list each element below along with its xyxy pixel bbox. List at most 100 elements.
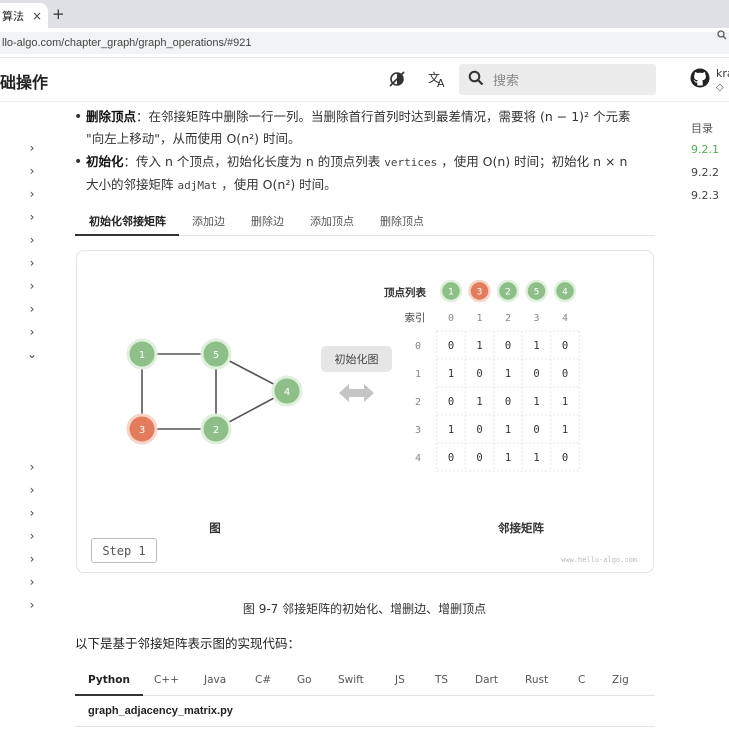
toc-item[interactable]: 9.2.2: [691, 166, 719, 179]
close-icon[interactable]: ×: [32, 9, 42, 23]
chevron-right-icon[interactable]: ›: [26, 460, 38, 474]
search-box[interactable]: 搜索: [459, 64, 656, 95]
toc-item[interactable]: 9.2.1: [691, 143, 719, 156]
tab-lang-zig[interactable]: Zig: [612, 674, 629, 686]
tab-add-edge[interactable]: 添加边: [192, 213, 225, 229]
browser-tab-bar: 算法 × +: [0, 0, 729, 28]
chevron-right-icon[interactable]: ›: [26, 210, 38, 224]
theme-toggle-icon[interactable]: [388, 70, 406, 92]
url-field[interactable]: llo-algo.com/chapter_graph/graph_operati…: [0, 32, 729, 54]
chevron-right-icon[interactable]: ›: [26, 279, 38, 293]
chevron-right-icon[interactable]: ›: [26, 256, 38, 270]
matrix-cell: 0: [476, 368, 482, 380]
url-text: llo-algo.com/chapter_graph/graph_operati…: [2, 37, 252, 49]
tab-lang-go[interactable]: Go: [297, 674, 312, 686]
bullet-term: 初始化: [86, 154, 124, 169]
vertex-list-item: 3: [468, 279, 491, 303]
translate-icon[interactable]: 文A: [428, 70, 448, 92]
chevron-right-icon[interactable]: ›: [26, 483, 38, 497]
tab-lang-python[interactable]: Python: [88, 674, 130, 686]
vertex-list-item: 2: [496, 279, 520, 303]
graph-vertex: 4: [271, 375, 303, 407]
column-index: 0: [448, 313, 454, 324]
matrix-cell: 0: [505, 340, 511, 352]
graph-vertex: 5: [200, 338, 232, 370]
matrix-label: 邻接矩阵: [497, 521, 544, 535]
chevron-right-icon[interactable]: ›: [26, 187, 38, 201]
active-tab-indicator: [75, 234, 179, 236]
zoom-icon[interactable]: [717, 30, 727, 43]
tab-lang-c[interactable]: C: [578, 674, 585, 686]
chevron-right-icon[interactable]: ›: [26, 506, 38, 520]
address-bar: llo-algo.com/chapter_graph/graph_operati…: [0, 28, 729, 58]
chevron-right-icon[interactable]: ›: [26, 575, 38, 589]
matrix-cell: 1: [533, 452, 539, 464]
matrix-cell: 1: [562, 396, 568, 408]
tab-lang-js[interactable]: JS: [395, 674, 405, 686]
tab-lang-java[interactable]: Java: [204, 674, 226, 686]
matrix-cell: 1: [505, 424, 511, 436]
svg-text:A: A: [437, 77, 445, 88]
new-tab-button[interactable]: +: [52, 5, 65, 23]
watermark: www.hello-algo.com: [561, 556, 637, 564]
tab-init-matrix[interactable]: 初始化邻接矩阵: [89, 213, 166, 229]
row-index: 3: [415, 425, 421, 436]
chevron-right-icon[interactable]: ›: [26, 233, 38, 247]
search-icon: [459, 70, 493, 90]
paragraph: 以下是基于邻接矩阵表示图的实现代码：: [75, 636, 301, 651]
matrix-cell: 1: [505, 368, 511, 380]
toc-item[interactable]: 9.2.3: [691, 189, 719, 202]
tab-lang-dart[interactable]: Dart: [475, 674, 498, 686]
matrix-cell: 0: [562, 340, 568, 352]
tab-lang-cpp[interactable]: C++: [154, 674, 179, 686]
matrix-cell: 1: [476, 396, 482, 408]
vertex-list-item: 5: [525, 279, 548, 303]
figure-tabs: 初始化邻接矩阵 添加边 删除边 添加顶点 删除顶点: [75, 206, 655, 236]
tag-icon: ◇: [716, 82, 724, 93]
chevron-right-icon[interactable]: ›: [26, 325, 38, 339]
vertex-list-item: 1: [439, 279, 463, 303]
language-tabs: Python C++ Java C# Go Swift JS TS Dart R…: [75, 664, 655, 696]
column-index: 4: [562, 313, 568, 324]
matrix-cell: 1: [533, 340, 539, 352]
chevron-right-icon[interactable]: ›: [26, 529, 38, 543]
chevron-right-icon[interactable]: ›: [26, 552, 38, 566]
tab-remove-vertex[interactable]: 删除顶点: [380, 213, 424, 229]
matrix-cell: 0: [476, 452, 482, 464]
inline-code: vertices: [384, 156, 438, 169]
chevron-right-icon[interactable]: ›: [26, 302, 38, 316]
action-label: 初始化图: [335, 352, 379, 366]
vertex-list-label: 4: [562, 288, 568, 298]
matrix-cell: 0: [562, 452, 568, 464]
chevron-down-icon[interactable]: ⌄: [26, 347, 38, 361]
step-button[interactable]: Step 1: [91, 538, 157, 563]
matrix-cell: 0: [562, 368, 568, 380]
row-index: 2: [415, 397, 421, 408]
matrix-cell: 1: [448, 368, 454, 380]
tab-lang-csharp[interactable]: C#: [255, 674, 271, 686]
github-icon[interactable]: [690, 68, 710, 88]
column-index: 3: [533, 313, 539, 324]
matrix-cell: 0: [505, 396, 511, 408]
matrix-cell: 1: [476, 340, 482, 352]
vertex-label: 2: [213, 425, 219, 436]
vertex-list-label: 1: [448, 288, 454, 298]
vertex-list-label: 2: [505, 288, 511, 298]
tab-lang-rust[interactable]: Rust: [525, 674, 548, 686]
tab-remove-edge[interactable]: 删除边: [251, 213, 284, 229]
bullet-text: ：在邻接矩阵中删除一行一列。当删除首行首列时达到最差情况，需要将 (n − 1)…: [136, 109, 631, 124]
matrix-cell: 0: [533, 424, 539, 436]
index-label: 索引: [405, 311, 426, 324]
chevron-right-icon[interactable]: ›: [26, 164, 38, 178]
chevron-right-icon[interactable]: ›: [26, 141, 38, 155]
tab-lang-swift[interactable]: Swift: [338, 674, 364, 686]
vertex-label: 3: [139, 425, 145, 436]
search-input[interactable]: 搜索: [493, 70, 519, 89]
browser-tab[interactable]: 算法 ×: [0, 3, 48, 28]
tab-lang-ts[interactable]: TS: [435, 674, 448, 686]
tab-add-vertex[interactable]: 添加顶点: [310, 213, 354, 229]
repo-name[interactable]: kra: [716, 67, 729, 80]
matrix-cell: 1: [533, 396, 539, 408]
matrix-cell: 1: [505, 452, 511, 464]
site-header: 础操作 文A 搜索 kra ◇: [0, 58, 729, 102]
